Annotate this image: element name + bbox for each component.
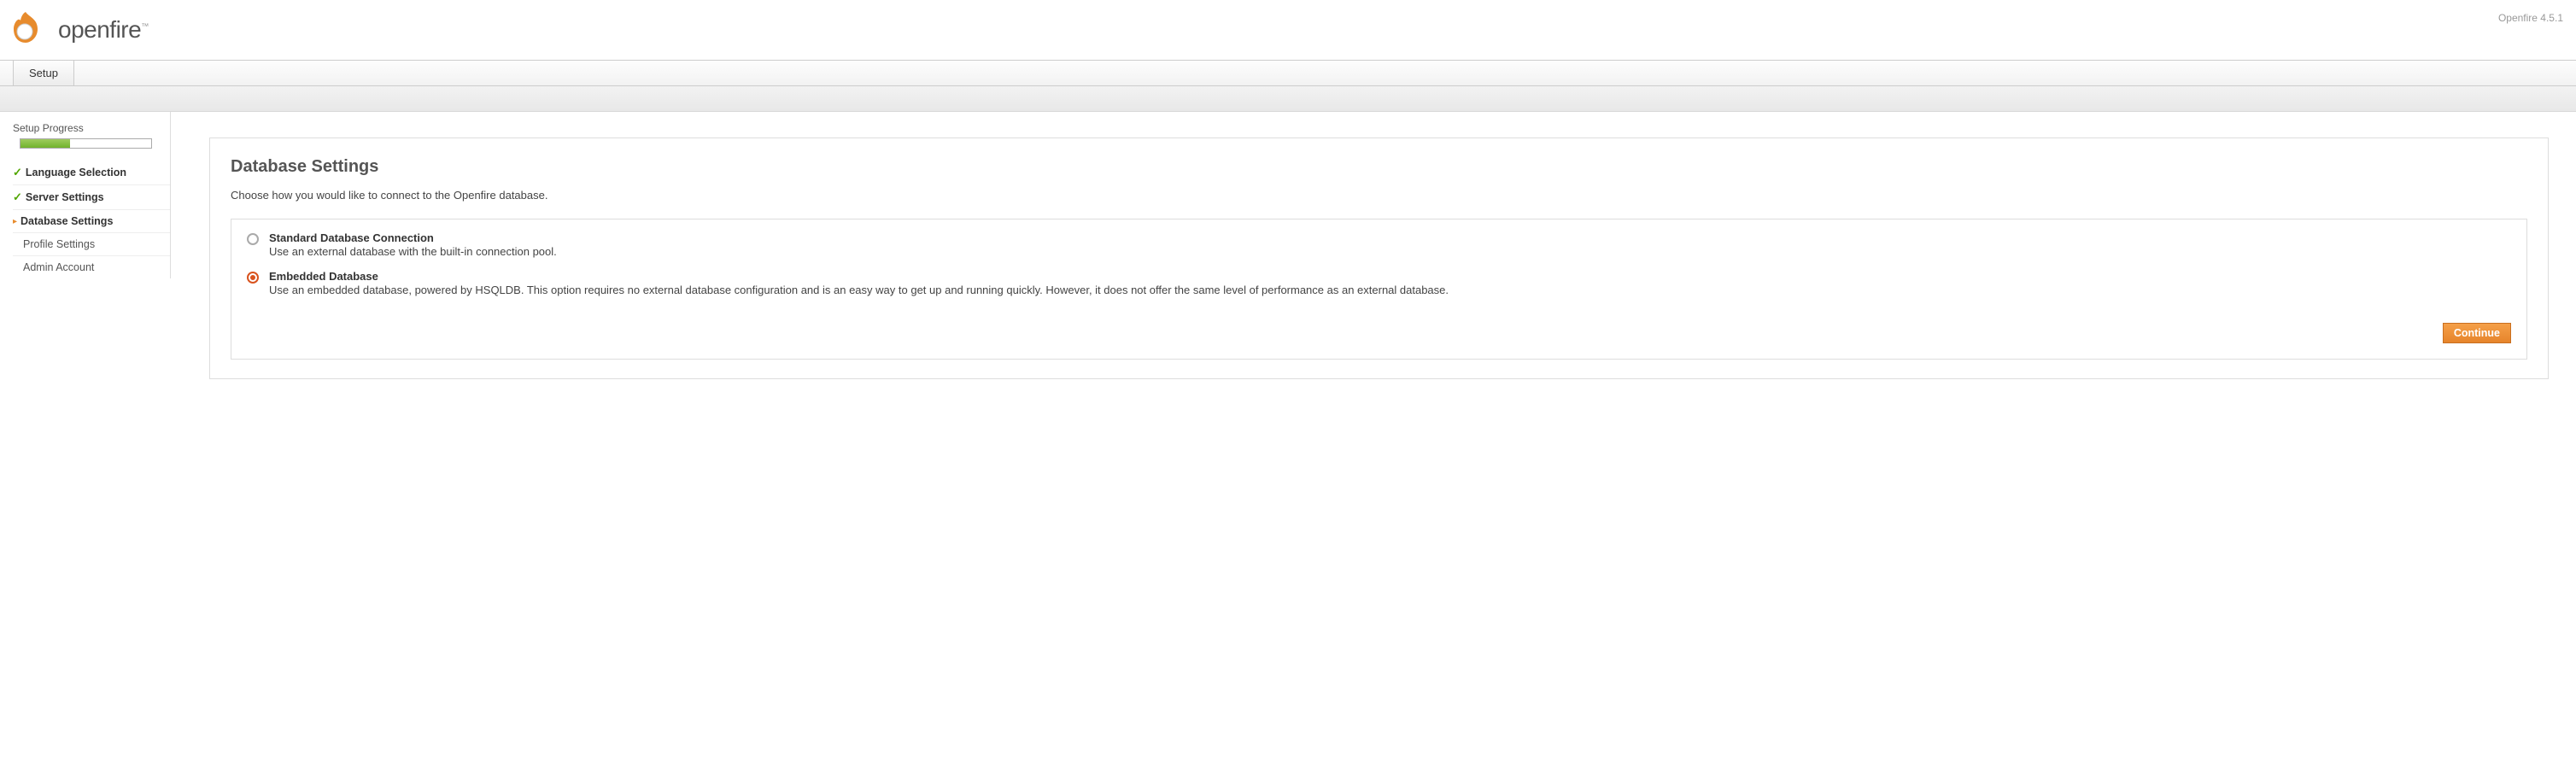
tab-setup[interactable]: Setup <box>13 61 74 85</box>
options-box: Standard Database Connection Use an exte… <box>231 219 2527 360</box>
step-language-selection[interactable]: ✓ Language Selection <box>13 161 170 185</box>
radio-standard[interactable] <box>247 233 259 245</box>
radio-embedded[interactable] <box>247 272 259 284</box>
step-database-settings[interactable]: ▸ Database Settings <box>13 210 170 233</box>
sidebar: Setup Progress ✓ Language Selection ✓ Se… <box>0 112 171 278</box>
option-standard-database[interactable]: Standard Database Connection Use an exte… <box>247 231 2511 260</box>
page-title: Database Settings <box>231 157 2527 177</box>
setup-progress-label: Setup Progress <box>13 122 170 134</box>
step-profile-settings[interactable]: Profile Settings <box>13 233 170 256</box>
sub-header-strip <box>0 86 2576 112</box>
page-subtitle: Choose how you would like to connect to … <box>231 189 2527 202</box>
option-embedded-database[interactable]: Embedded Database Use an embedded databa… <box>247 270 2511 298</box>
continue-button[interactable]: Continue <box>2443 323 2511 343</box>
flame-icon <box>9 9 51 51</box>
check-icon: ✓ <box>13 166 22 179</box>
progress-fill <box>20 139 70 148</box>
brand-text: openfire™ <box>58 16 149 44</box>
version-label: Openfire 4.5.1 <box>2498 9 2563 24</box>
option-title: Embedded Database <box>269 270 1449 283</box>
check-icon: ✓ <box>13 190 22 204</box>
button-row: Continue <box>247 323 2511 343</box>
step-admin-account[interactable]: Admin Account <box>13 256 170 278</box>
header: openfire™ Openfire 4.5.1 <box>0 0 2576 60</box>
option-desc: Use an embedded database, powered by HSQ… <box>269 283 1449 298</box>
step-server-settings[interactable]: ✓ Server Settings <box>13 185 170 210</box>
logo: openfire™ <box>9 9 149 51</box>
tab-bar: Setup <box>0 60 2576 86</box>
settings-panel: Database Settings Choose how you would l… <box>209 137 2549 379</box>
arrow-icon: ▸ <box>13 217 17 226</box>
option-title: Standard Database Connection <box>269 231 557 244</box>
progress-bar <box>20 138 152 149</box>
option-desc: Use an external database with the built-… <box>269 244 557 260</box>
content: Database Settings Choose how you would l… <box>171 112 2576 413</box>
